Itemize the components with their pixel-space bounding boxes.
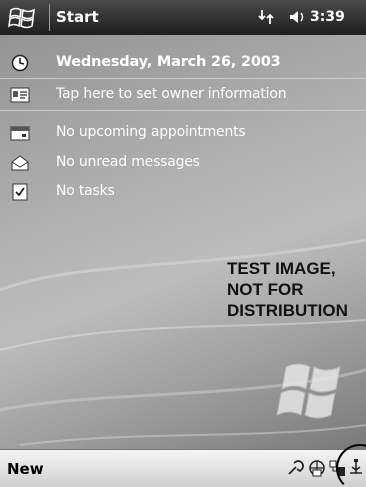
tasks-icon <box>12 183 28 201</box>
sync-icon[interactable] <box>286 458 306 478</box>
row-divider <box>0 110 366 111</box>
inbox-icon <box>11 155 29 171</box>
start-menu-button[interactable]: Start <box>56 8 99 26</box>
owner-info-label: Tap here to set owner information <box>56 86 287 102</box>
date-label: Wednesday, March 26, 2003 <box>56 54 281 70</box>
contact-card-icon <box>10 87 30 103</box>
clock-icon <box>11 54 29 72</box>
navigation-bar: Start 3:39 <box>0 0 366 35</box>
tasks-item[interactable]: No tasks <box>0 176 366 209</box>
connectivity-icon[interactable] <box>256 7 276 27</box>
calendar-icon <box>10 126 30 141</box>
watermark-line-2: NOT FOR <box>227 280 304 299</box>
new-button[interactable]: New <box>7 460 44 478</box>
today-date-item[interactable]: Wednesday, March 26, 2003 <box>0 47 366 80</box>
messages-label: No unread messages <box>56 154 200 170</box>
owner-info-item[interactable]: Tap here to set owner information <box>0 79 366 112</box>
appointments-item[interactable]: No upcoming appointments <box>0 117 366 150</box>
tasks-label: No tasks <box>56 183 115 199</box>
windows-flag-icon[interactable] <box>6 5 40 31</box>
test-image-watermark: TEST IMAGE, NOT FOR DISTRIBUTION <box>227 258 348 321</box>
today-screen: Start 3:39 Wednesday, March 26, 2003 Tap… <box>0 0 366 487</box>
appointments-label: No upcoming appointments <box>56 124 246 140</box>
speaker-icon[interactable] <box>288 9 308 25</box>
windows-logo-icon <box>276 363 341 419</box>
watermark-line-1: TEST IMAGE, <box>227 259 336 278</box>
start-separator <box>49 4 50 31</box>
watermark-line-3: DISTRIBUTION <box>227 301 348 320</box>
clock[interactable]: 3:39 <box>310 9 345 25</box>
menu-bar: New <box>0 449 366 487</box>
network-icon[interactable] <box>307 458 327 478</box>
